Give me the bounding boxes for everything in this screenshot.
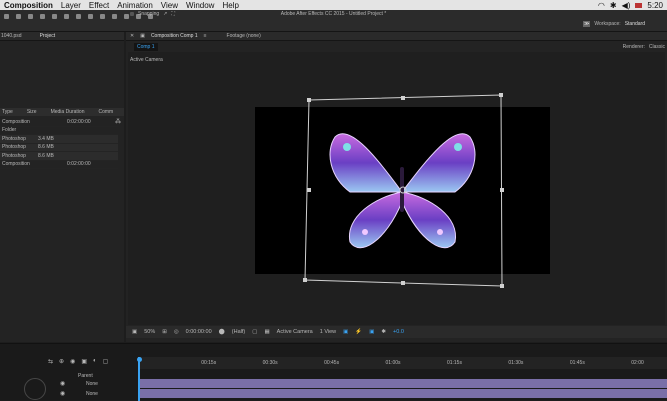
project-row[interactable]: Photoshop 3.4 MB <box>0 135 118 144</box>
resolution-dropdown[interactable]: (Half) <box>232 329 245 335</box>
pen-tool-icon[interactable] <box>76 14 81 19</box>
parent-dropdown[interactable]: None <box>86 381 98 387</box>
flag-icon[interactable] <box>635 2 643 8</box>
transparency-grid-icon[interactable]: ▦ <box>264 329 269 335</box>
layer-row[interactable]: None ◉ <box>0 389 667 398</box>
project-row[interactable]: Composition 0:02:00:00 <box>0 161 118 169</box>
menu-view[interactable]: View <box>157 1 182 10</box>
layer-switch-icon[interactable]: ◉ <box>60 380 65 387</box>
snapping-label: Snapping <box>138 11 160 17</box>
magnification-dropdown[interactable]: 50% <box>144 329 155 335</box>
menu-help[interactable]: Help <box>218 1 242 10</box>
timeline-panel: ⇆ ⊕ ◉ ▣ ◐ ▢ 00:15s 00:30s 00:45s 01:00s … <box>0 343 667 401</box>
channel-icon[interactable]: ⬤ <box>219 329 225 335</box>
project-row[interactable]: Folder <box>0 127 118 135</box>
snap-option-icon[interactable]: ↗ <box>163 11 167 17</box>
tab-composition[interactable]: Composition Comp 1 <box>151 33 198 39</box>
zoom-tool-icon[interactable] <box>16 14 21 19</box>
exposure-value[interactable]: +0.0 <box>393 329 404 335</box>
type-tool-icon[interactable] <box>88 14 93 19</box>
layer-row[interactable]: None ◉ <box>0 379 667 388</box>
menu-window[interactable]: Window <box>182 1 218 10</box>
roi-icon[interactable]: ▢ <box>252 329 257 335</box>
layer-bounding-box[interactable] <box>300 92 510 288</box>
project-row[interactable]: Photoshop 8.6 MB <box>0 152 118 161</box>
ruler-tick: 00:45s <box>324 360 340 366</box>
col-comment[interactable]: Comm <box>98 109 113 115</box>
eraser-tool-icon[interactable] <box>124 14 129 19</box>
exposure-reset-icon[interactable]: ✱ <box>381 329 386 335</box>
grid-icon[interactable]: ⊞ <box>162 329 167 335</box>
panel-menu-icon[interactable]: ✕ <box>130 33 134 39</box>
renderer-label: Renderer: <box>622 44 645 50</box>
brush-tool-icon[interactable] <box>100 14 105 19</box>
always-preview-icon[interactable]: ▣ <box>132 329 137 335</box>
timeline-icon[interactable]: ▣ <box>369 329 374 335</box>
panel-menu-icon-2[interactable]: ≡ <box>204 33 207 39</box>
workspace-menu-icon[interactable]: ≫ <box>583 21 591 27</box>
tools-panel: Snapping ↗ ⛶ Adobe After Effects CC 2015… <box>0 10 667 32</box>
frame-blend-icon[interactable]: ▣ <box>81 358 87 365</box>
motion-blur-icon[interactable]: ◐ <box>93 358 97 365</box>
parent-dropdown[interactable]: None <box>86 391 98 397</box>
menu-effect[interactable]: Effect <box>85 1 113 10</box>
project-row[interactable]: Composition 0:02:00:00 <box>0 118 118 127</box>
camera-snapshot-icon[interactable]: ◎ <box>174 329 179 335</box>
snap-feature-icon[interactable]: ⛶ <box>171 11 175 17</box>
ruler-tick: 00:30s <box>262 360 278 366</box>
workspace-value[interactable]: Standard <box>625 21 645 27</box>
menu-composition[interactable]: Composition <box>0 1 57 10</box>
comp-subtab[interactable]: Comp 1 <box>134 43 158 51</box>
fast-preview-icon[interactable]: ⚡ <box>355 329 362 335</box>
tab-footage[interactable]: Footage (none) <box>227 33 261 39</box>
col-type[interactable]: Type <box>2 109 13 115</box>
renderer-value[interactable]: Classic <box>649 44 665 50</box>
views-layout-dropdown[interactable]: 1 View <box>320 329 336 335</box>
menu-animation[interactable]: Animation <box>113 1 157 10</box>
ruler-tick: 02:00 <box>631 360 644 366</box>
menu-layer[interactable]: Layer <box>57 1 85 10</box>
graph-editor-icon[interactable]: ▢ <box>103 358 109 365</box>
ruler-tick: 01:45s <box>569 360 585 366</box>
bluetooth-icon[interactable]: ✱ <box>610 1 617 10</box>
timecode-field[interactable]: 0:00:00:00 <box>186 329 212 335</box>
toggle-pixel-icon[interactable]: ▣ <box>343 329 348 335</box>
ruler-tick: 00:15s <box>201 360 217 366</box>
flowchart-icon[interactable]: ⁂ <box>115 118 121 125</box>
wifi-icon[interactable]: ◠ <box>598 1 605 10</box>
hand-tool-icon[interactable] <box>4 14 9 19</box>
snapping-checkbox[interactable] <box>130 12 134 16</box>
window-title: Adobe After Effects CC 2015 - Untitled P… <box>280 11 387 17</box>
layer-switch-icon[interactable]: ◉ <box>60 390 65 397</box>
workspace-label: Workspace: <box>594 21 621 27</box>
tab-psd[interactable]: 1040.psd <box>1 33 22 39</box>
tab-project[interactable]: Project <box>40 33 56 39</box>
rotate-tool-icon[interactable] <box>28 14 33 19</box>
lock-icon[interactable]: ▣ <box>140 33 145 39</box>
view-dropdown[interactable]: Active Camera <box>277 329 313 335</box>
pan-behind-tool-icon[interactable] <box>52 14 57 19</box>
clock-time[interactable]: 5:20 <box>647 1 663 10</box>
col-size[interactable]: Size <box>27 109 37 115</box>
ruler-tick: 01:00s <box>385 360 401 366</box>
draft3d-icon[interactable]: ⊕ <box>59 358 64 365</box>
live-update-icon[interactable]: ⇆ <box>48 358 53 365</box>
viewer-camera-label: Active Camera <box>130 57 163 63</box>
project-row[interactable]: Photoshop 8.6 MB <box>0 143 118 152</box>
clone-tool-icon[interactable] <box>112 14 117 19</box>
project-panel: 1040.psd Project Type Size Media Duratio… <box>0 32 124 342</box>
volume-icon[interactable]: ◀) <box>622 1 631 10</box>
viewer-controls: ▣ 50% ⊞ ◎ 0:00:00:00 ⬤ (Half) ▢ ▦ Active… <box>126 326 667 338</box>
menubar: Composition Layer Effect Animation View … <box>0 0 667 10</box>
col-duration[interactable]: Media Duration <box>51 109 85 115</box>
shape-tool-icon[interactable] <box>64 14 69 19</box>
ruler-tick: 01:15s <box>446 360 462 366</box>
shy-icon[interactable]: ◉ <box>70 358 75 365</box>
camera-tool-icon[interactable] <box>40 14 45 19</box>
ruler-tick: 01:30s <box>508 360 524 366</box>
watermark-logo <box>24 378 46 400</box>
